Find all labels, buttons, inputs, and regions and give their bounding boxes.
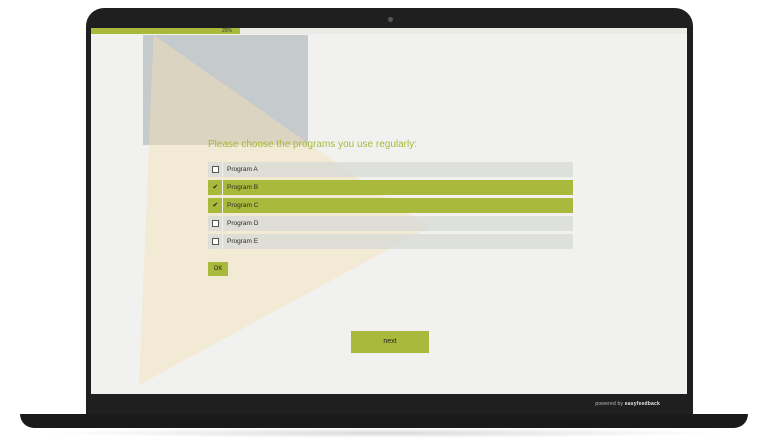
progress-label: 25% — [222, 28, 233, 34]
checkbox-icon — [211, 220, 219, 227]
laptop-base — [20, 414, 748, 428]
option-program-a[interactable]: Program A — [208, 162, 573, 177]
option-checkbox[interactable] — [208, 234, 223, 249]
check-icon: ✔ — [212, 184, 219, 191]
brand-name: easyfeedback — [624, 401, 660, 407]
option-program-b[interactable]: ✔ Program B — [208, 180, 573, 195]
progress-bar: 25% — [91, 28, 687, 34]
option-checkbox[interactable] — [208, 162, 223, 177]
option-checkbox[interactable]: ✔ — [208, 180, 223, 195]
option-program-d[interactable]: Program D — [208, 216, 573, 231]
option-program-e[interactable]: Program E — [208, 234, 573, 249]
question-text: Please choose the programs you use regul… — [208, 139, 418, 150]
option-checkbox[interactable] — [208, 216, 223, 231]
option-label: Program C — [227, 202, 259, 209]
checkbox-icon — [211, 166, 219, 173]
check-icon: ✔ — [212, 202, 219, 209]
ok-button[interactable]: OK — [208, 262, 228, 276]
option-checkbox[interactable]: ✔ — [208, 198, 223, 213]
option-label: Program D — [227, 220, 259, 227]
option-label: Program A — [227, 166, 258, 173]
option-program-c[interactable]: ✔ Program C — [208, 198, 573, 213]
option-list: Program A ✔ Program B ✔ Program C Progra… — [208, 162, 573, 252]
laptop-shadow — [40, 428, 728, 438]
next-button[interactable]: next — [351, 331, 429, 353]
camera-icon — [388, 17, 393, 22]
checkbox-icon — [211, 238, 219, 245]
progress-fill — [91, 28, 240, 34]
survey-screen: 25% Please choose the programs you use r… — [91, 28, 687, 394]
option-label: Program E — [227, 238, 259, 245]
powered-prefix: powered by — [595, 401, 624, 407]
option-label: Program B — [227, 184, 259, 191]
powered-by-text: powered by easyfeedback — [595, 401, 660, 407]
